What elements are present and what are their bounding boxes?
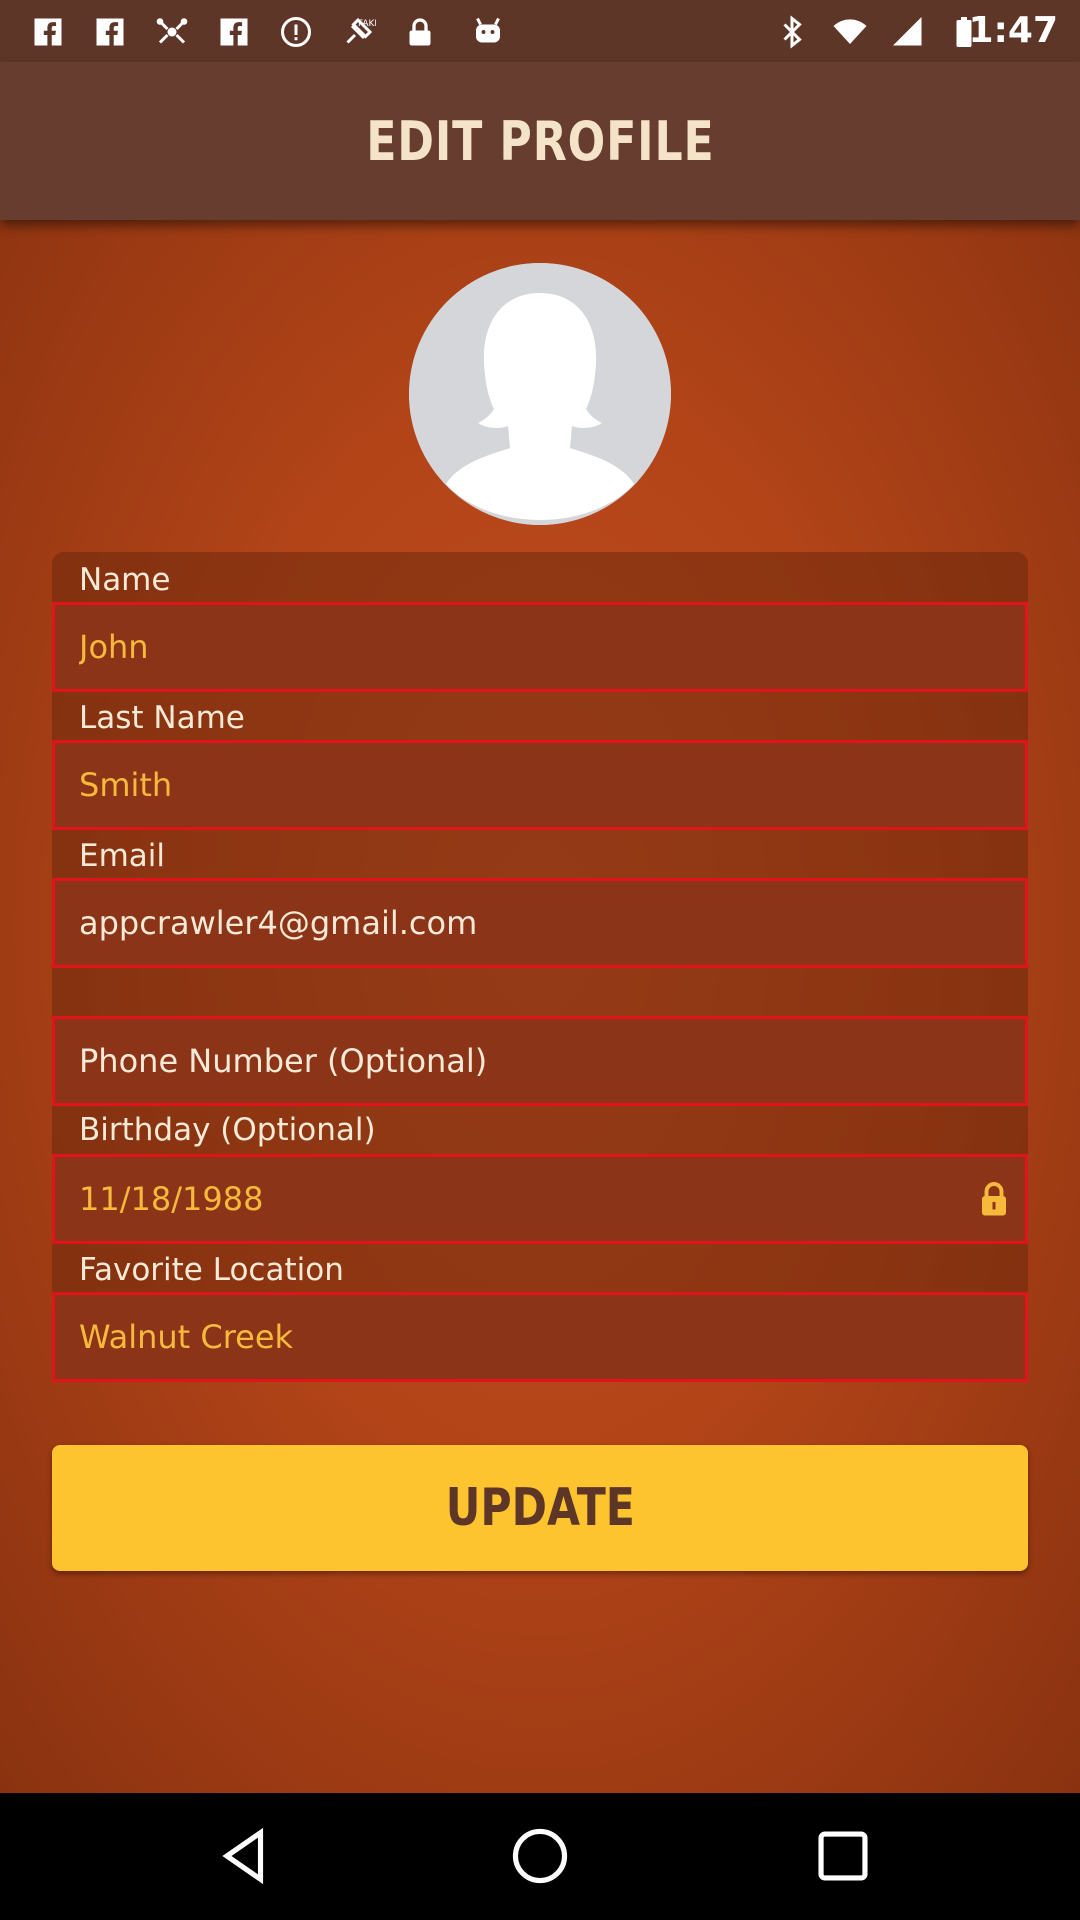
phone-field[interactable] — [52, 1016, 1028, 1106]
signal-icon — [888, 12, 928, 52]
clock: 1:47 — [968, 10, 1058, 51]
birthday-field[interactable] — [52, 1154, 1028, 1244]
facebook-icon — [90, 12, 130, 52]
recents-icon[interactable] — [808, 1821, 878, 1891]
edit-profile-content: Name Last Name Email Birthday (Optional) — [0, 220, 1080, 1793]
last-name-input[interactable] — [79, 766, 1025, 804]
facebook-icon — [28, 12, 68, 52]
favorite-location-label: Favorite Location — [79, 1252, 344, 1288]
name-field[interactable] — [52, 602, 1028, 692]
favorite-location-input[interactable] — [79, 1318, 1025, 1356]
home-icon[interactable] — [505, 1821, 575, 1891]
name-input[interactable] — [79, 628, 1025, 666]
email-input[interactable] — [79, 904, 1025, 942]
app-bar: EDIT PROFILE — [0, 62, 1080, 220]
phone-input[interactable] — [79, 1042, 1025, 1080]
favorite-location-field[interactable] — [52, 1292, 1028, 1382]
profile-form: Name Last Name Email Birthday (Optional) — [52, 552, 1028, 1382]
avatar-placeholder-icon — [409, 263, 671, 525]
update-button-label: UPDATE — [445, 1478, 635, 1538]
update-button[interactable]: UPDATE — [52, 1445, 1028, 1571]
page-title: EDIT PROFILE — [365, 109, 715, 173]
wifi-icon — [830, 12, 870, 52]
android-icon — [468, 12, 508, 52]
birthday-label: Birthday (Optional) — [79, 1112, 376, 1148]
fake-gps-icon: FAKE — [338, 12, 378, 52]
info-icon — [276, 12, 316, 52]
email-label: Email — [79, 838, 166, 874]
last-name-field[interactable] — [52, 740, 1028, 830]
facebook-icon — [214, 12, 254, 52]
lock-icon — [400, 12, 440, 52]
bluetooth-icon — [772, 12, 812, 52]
birthday-input[interactable] — [79, 1180, 979, 1218]
last-name-label: Last Name — [79, 700, 245, 736]
navigation-bar — [0, 1793, 1080, 1920]
svg-text:FAKE: FAKE — [358, 19, 376, 29]
name-label: Name — [79, 562, 171, 598]
back-icon[interactable] — [210, 1821, 280, 1891]
avatar[interactable] — [409, 263, 671, 525]
lock-icon — [982, 1182, 1006, 1216]
email-field[interactable] — [52, 878, 1028, 968]
status-bar: FAKE 1:47 — [0, 0, 1080, 62]
drone-icon — [152, 12, 192, 52]
